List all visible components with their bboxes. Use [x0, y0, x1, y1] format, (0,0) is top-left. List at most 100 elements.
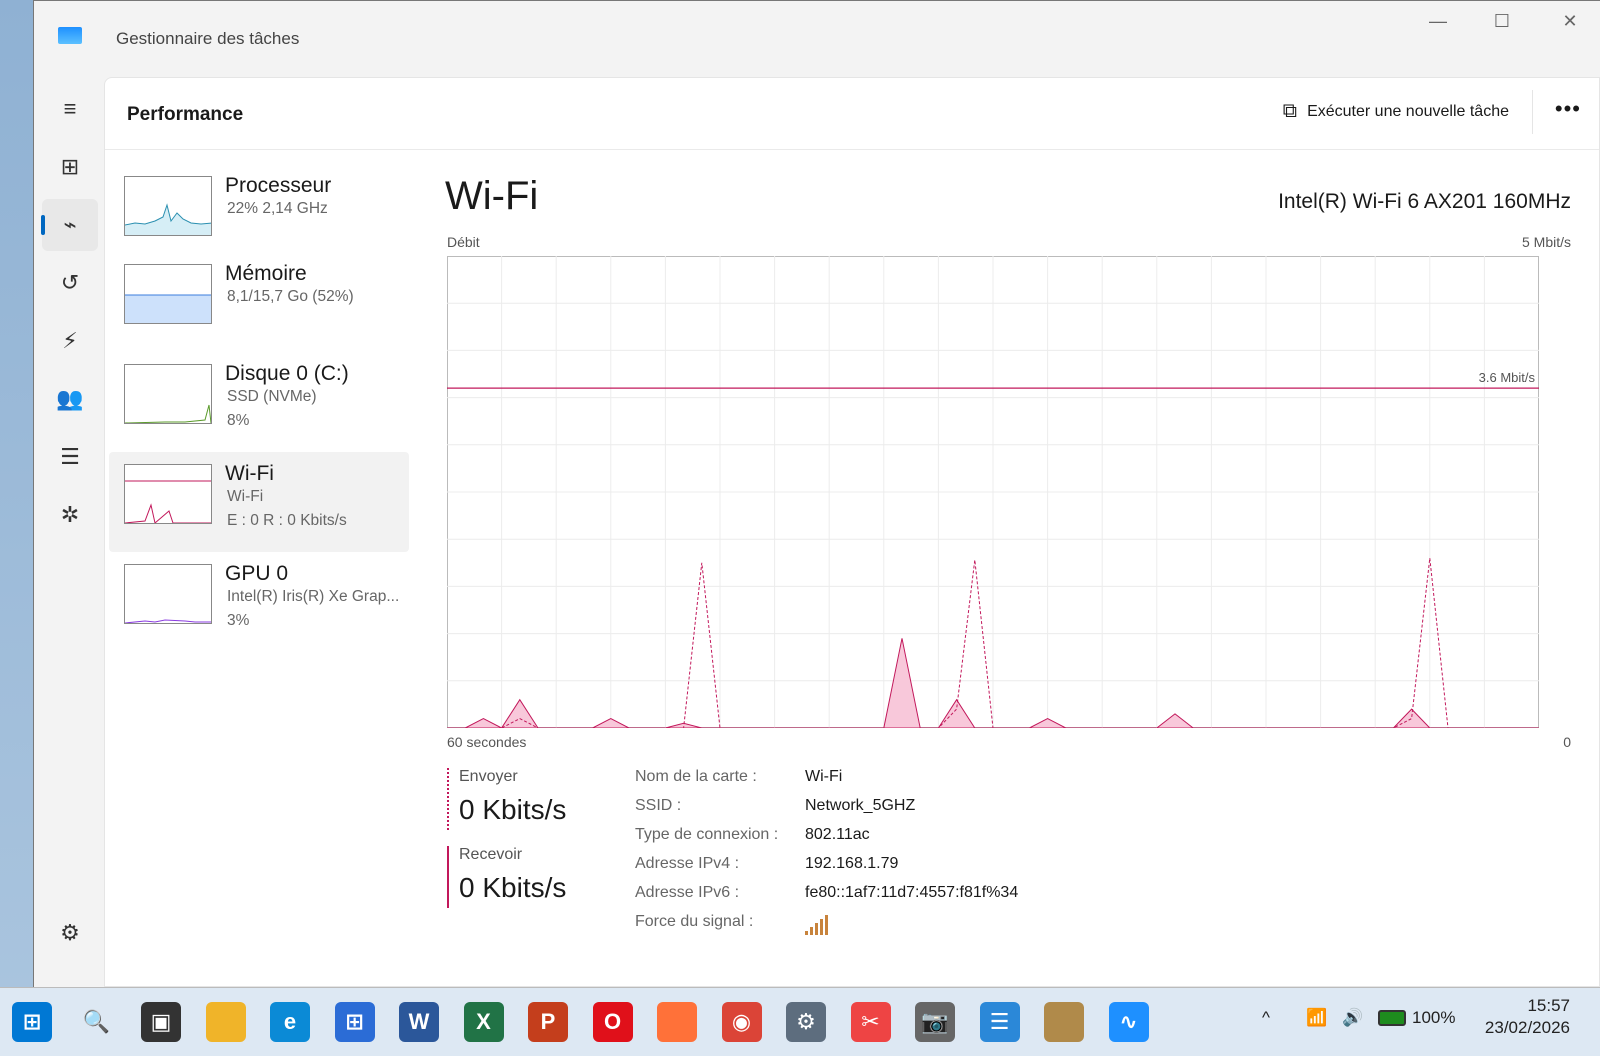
device-item-wi-fi[interactable]: Wi-Fi Wi-Fi E : 0 R : 0 Kbits/s [109, 452, 409, 552]
receive-label: Recevoir [459, 846, 523, 863]
page-header: Performance ⧉ Exécuter une nouvelle tâch… [105, 78, 1599, 150]
title-bar: Gestionnaire des tâches — ☐ ✕ [34, 1, 1600, 71]
history-icon[interactable]: ↺ [42, 257, 98, 309]
device-stat: 3% [227, 612, 250, 629]
device-thumbnail-graph [124, 464, 212, 524]
device-thumbnail-graph [124, 564, 212, 624]
detail-value: fe80::1af7:11d7:4557:f81f%34 [805, 884, 1019, 901]
task-view-icon[interactable]: ▣ [141, 1002, 181, 1042]
device-subtitle: Intel(R) Iris(R) Xe Grap... [227, 588, 400, 605]
divider [1532, 90, 1533, 134]
device-subtitle: 22% 2,14 GHz [227, 200, 328, 217]
notepad-icon[interactable]: ☰ [979, 1002, 1020, 1042]
task-manager-app-icon [58, 27, 82, 44]
opera-icon[interactable]: O [592, 1002, 633, 1042]
reference-line-label: 3.6 Mbit/s [1479, 370, 1536, 385]
device-name: Disque 0 (C:) [225, 362, 349, 385]
run-new-task-button[interactable]: ⧉ Exécuter une nouvelle tâche [1283, 100, 1509, 123]
taskbar: ⊞ 🔍 ▣ e ⊞ W X P O ◉ ⚙ ✂ 📷 ☰ ∿ ^ 📶 🔊 100% 15:57 23/02/2… [0, 987, 1600, 1056]
nav-rail: ≡ ⊞ ⌁ ↺ ⚡ 👥 ☰ ✲ ⚙ [34, 81, 104, 987]
processes-icon[interactable]: ⊞ [42, 141, 98, 193]
run-new-task-label: Exécuter une nouvelle tâche [1307, 102, 1509, 120]
detail-label: Force du signal : [635, 913, 754, 930]
device-name: Processeur [225, 174, 332, 197]
detail-label: Type de connexion : [635, 826, 779, 843]
details-icon[interactable]: ☰ [42, 431, 98, 483]
clock-time[interactable]: 15:57 [1527, 996, 1570, 1016]
device-thumbnail-graph [124, 176, 212, 236]
new-task-icon: ⧉ [1282, 100, 1298, 122]
word-icon[interactable]: W [399, 1002, 439, 1042]
battery-icon[interactable] [1378, 1010, 1406, 1026]
powerpoint-icon[interactable]: P [528, 1002, 568, 1042]
maximize-button[interactable]: ☐ [1482, 11, 1522, 32]
device-name: GPU 0 [225, 562, 289, 585]
desktop-background [0, 0, 34, 990]
device-name: Wi-Fi [225, 462, 274, 485]
wifi-detail-panel: Wi-Fi Intel(R) Wi-Fi 6 AX201 160MHz Débi… [445, 164, 1599, 986]
task-manager-window: Gestionnaire des tâches — ☐ ✕ ≡ ⊞ ⌁ ↺ ⚡ … [33, 0, 1600, 987]
battery-percent: 100% [1412, 1008, 1456, 1027]
misc-app-icon[interactable] [1044, 1002, 1084, 1042]
device-list: Processeur 22% 2,14 GHz Mémoire 8,1/15,7… [109, 164, 409, 652]
detail-value: Wi-Fi [805, 768, 843, 785]
device-thumbnail-graph [124, 364, 212, 424]
wifi-icon[interactable]: 📶 [1306, 1008, 1327, 1028]
detail-label: Nom de la carte : [635, 768, 757, 785]
device-thumbnail-graph [124, 264, 212, 324]
device-stat: 8% [227, 412, 250, 429]
content-pane: Performance ⧉ Exécuter une nouvelle tâch… [104, 77, 1600, 987]
chart-x-left-label: 60 secondes [447, 734, 527, 750]
firefox-icon[interactable] [657, 1002, 697, 1042]
detail-label: Adresse IPv4 : [635, 855, 740, 872]
chart-y-max-label: 5 Mbit/s [1521, 234, 1571, 250]
clock-date[interactable]: 23/02/2026 [1485, 1018, 1570, 1038]
send-indicator [447, 768, 449, 830]
device-subtitle: SSD (NVMe) [227, 388, 317, 405]
settings-icon[interactable]: ⚙ [786, 1002, 826, 1042]
page-title: Performance [127, 104, 244, 125]
more-options-button[interactable]: ••• [1555, 96, 1581, 122]
close-button[interactable]: ✕ [1550, 11, 1590, 32]
store-icon[interactable]: ⊞ [334, 1002, 375, 1042]
snipping-tool-icon[interactable]: ✂ [850, 1002, 891, 1042]
signal-strength-icon [805, 913, 829, 940]
device-item-m-moire[interactable]: Mémoire 8,1/15,7 Go (52%) [109, 252, 409, 352]
chart-x-right-label: 0 [1563, 734, 1571, 750]
chrome-icon[interactable]: ◉ [721, 1002, 762, 1042]
task-manager-icon[interactable]: ∿ [1108, 1002, 1149, 1042]
device-item-disque-0-c-[interactable]: Disque 0 (C:) SSD (NVMe) 8% [109, 352, 409, 452]
performance-icon[interactable]: ⌁ [41, 199, 98, 251]
file-explorer-icon[interactable] [205, 1002, 246, 1042]
users-icon[interactable]: 👥 [42, 373, 98, 425]
throughput-chart: 3.6 Mbit/s [447, 256, 1539, 728]
device-item-processeur[interactable]: Processeur 22% 2,14 GHz [109, 164, 409, 252]
window-title: Gestionnaire des tâches [116, 29, 300, 48]
receive-indicator [447, 846, 449, 908]
adapter-name: Intel(R) Wi-Fi 6 AX201 160MHz [1278, 190, 1571, 213]
excel-icon[interactable]: X [463, 1002, 504, 1042]
detail-value: Network_5GHZ [805, 797, 916, 814]
device-subtitle: Wi-Fi [227, 488, 264, 505]
minimize-button[interactable]: — [1418, 11, 1458, 32]
detail-label: SSID : [635, 797, 682, 814]
chart-y-label: Débit [447, 234, 480, 250]
edge-icon[interactable]: e [270, 1002, 310, 1042]
send-value: 0 Kbits/s [459, 794, 567, 825]
search-icon[interactable]: 🔍 [77, 1002, 117, 1042]
camera-icon[interactable]: 📷 [915, 1002, 955, 1042]
receive-value: 0 Kbits/s [459, 872, 567, 903]
hamburger-icon[interactable]: ≡ [42, 83, 98, 135]
startup-icon[interactable]: ⚡ [42, 315, 98, 367]
start-icon[interactable]: ⊞ [12, 1002, 52, 1042]
detail-value: 192.168.1.79 [805, 855, 899, 872]
show-hidden-icons-chevron-icon[interactable]: ^ [1262, 1008, 1270, 1028]
detail-label: Adresse IPv6 : [635, 884, 740, 901]
services-icon[interactable]: ✲ [42, 489, 98, 541]
settings-icon[interactable]: ⚙ [42, 907, 98, 959]
detail-value: 802.11ac [805, 826, 870, 843]
volume-icon[interactable]: 🔊 [1342, 1008, 1363, 1028]
device-name: Mémoire [225, 262, 307, 285]
device-item-gpu-0[interactable]: GPU 0 Intel(R) Iris(R) Xe Grap... 3% [109, 552, 409, 652]
device-subtitle: 8,1/15,7 Go (52%) [227, 288, 354, 305]
